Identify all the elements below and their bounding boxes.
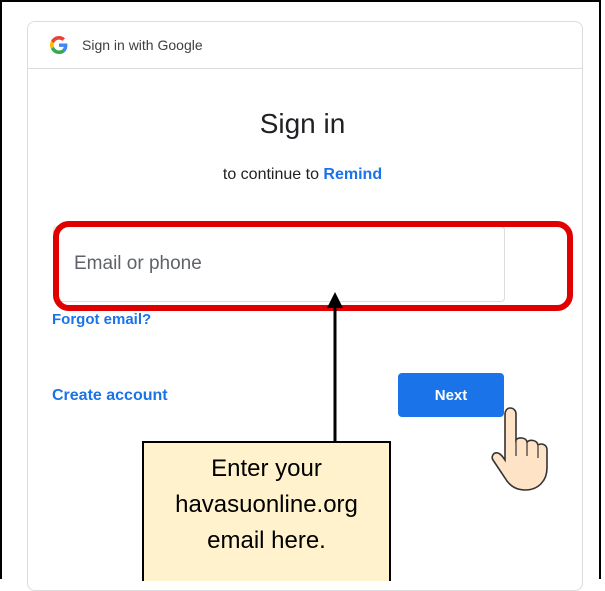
callout-line: Enter your bbox=[211, 455, 322, 482]
callout-line: havasuonline.org bbox=[175, 491, 358, 518]
pointing-hand-icon bbox=[491, 407, 548, 491]
instruction-callout: Enter your havasuonline.org email here. bbox=[142, 441, 391, 581]
callout-line: email here. bbox=[207, 527, 326, 554]
